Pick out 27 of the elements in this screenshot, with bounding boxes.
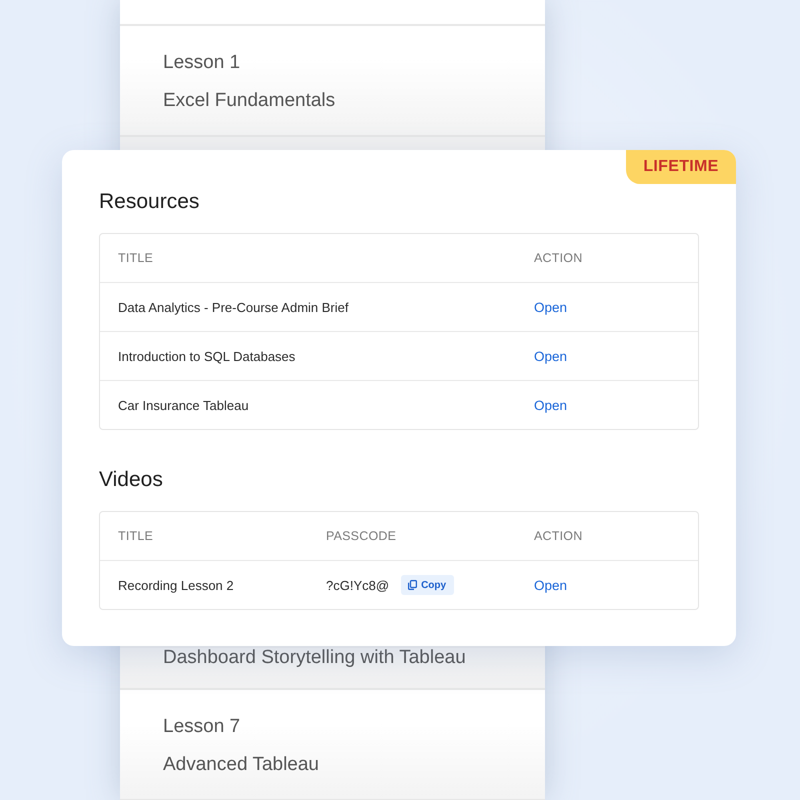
- table-cell: Data Analytics - Pre-Course Admin Brief: [118, 300, 348, 314]
- column-header: TITLE: [118, 251, 154, 265]
- open-link[interactable]: Open: [534, 300, 568, 314]
- column-header: ACTION: [534, 529, 582, 543]
- section-heading: Videos: [99, 467, 164, 493]
- table-cell: Introduction to SQL Databases: [118, 348, 296, 364]
- open-link[interactable]: Open: [534, 398, 568, 412]
- copy-icon: [408, 580, 418, 590]
- lesson-title: Excel Fundamentals: [163, 89, 336, 113]
- open-link[interactable]: Open: [534, 578, 568, 592]
- lesson-title: Advanced Tableau: [163, 753, 320, 777]
- lesson-number: Lesson 7: [163, 715, 242, 739]
- lesson-title: Dashboard Storytelling with Tableau: [163, 648, 467, 668]
- lesson-row[interactable]: Lesson 7 Advanced Tableau: [120, 690, 545, 800]
- table-cell: Car Insurance Tableau: [118, 398, 249, 412]
- lesson-number: Lesson 1: [163, 51, 242, 75]
- column-header: ACTION: [534, 251, 582, 265]
- column-header: PASSCODE: [326, 529, 396, 543]
- open-link[interactable]: Open: [534, 348, 568, 364]
- passcode-text: ?cG!Yc8@: [326, 578, 390, 592]
- table-cell: Recording Lesson 2: [118, 578, 234, 592]
- lesson-row[interactable]: Dashboard Storytelling with Tableau: [120, 648, 545, 690]
- copy-button[interactable]: Copy: [401, 575, 454, 595]
- lesson-row[interactable]: Lesson 1 Excel Fundamentals: [120, 26, 545, 137]
- section-heading: Resources: [99, 189, 200, 215]
- column-header: TITLE: [118, 529, 154, 543]
- lifetime-badge: LIFETIME: [626, 150, 736, 184]
